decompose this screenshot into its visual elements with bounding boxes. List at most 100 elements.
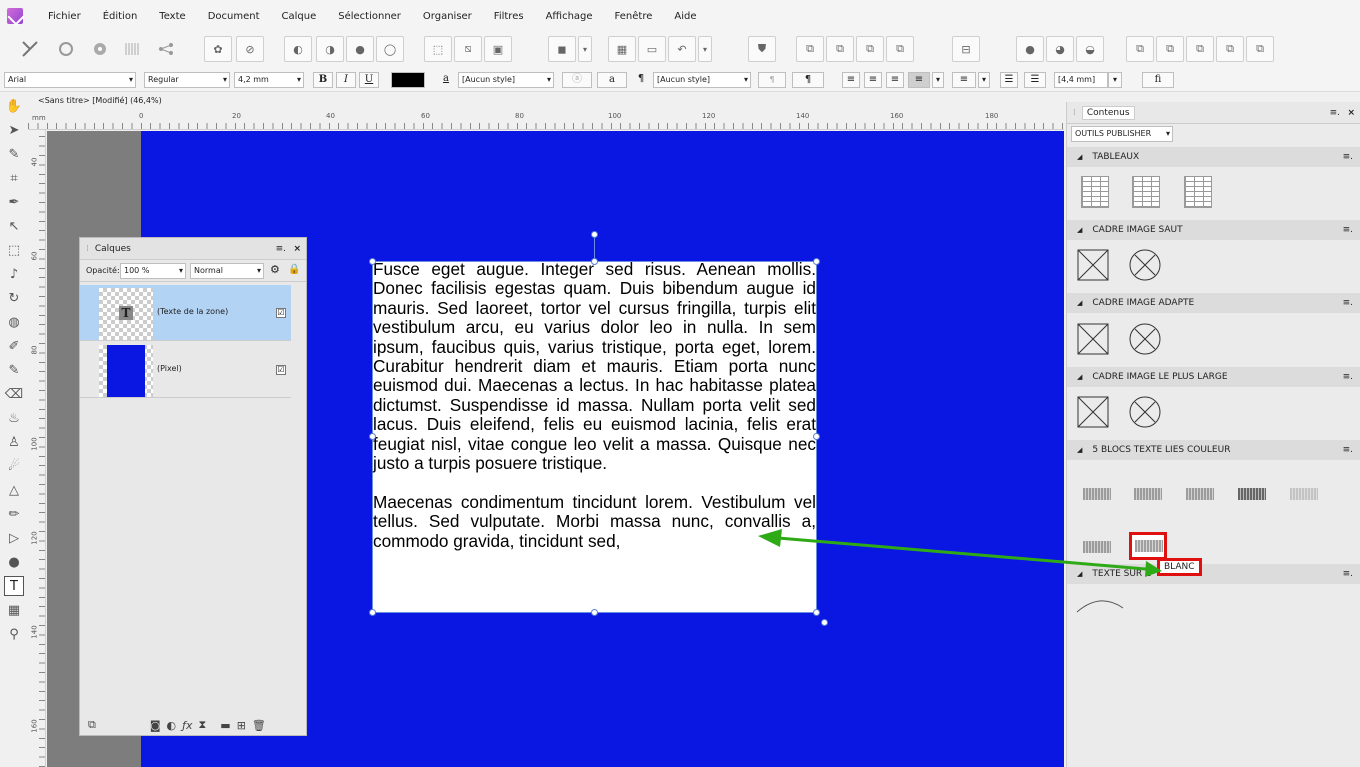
resize-handle-tl[interactable] bbox=[369, 258, 376, 265]
vertical-align-icon[interactable]: ≡ bbox=[952, 72, 976, 88]
add-layer-icon[interactable]: ⊞ bbox=[237, 719, 246, 732]
geometry-divide-icon[interactable]: ⧉ bbox=[1246, 36, 1274, 62]
layer-name[interactable]: (Pixel) bbox=[157, 364, 182, 373]
geometry-xor-icon[interactable]: ⧉ bbox=[1216, 36, 1244, 62]
trash-icon[interactable]: 🗑 bbox=[252, 719, 266, 732]
align-left-icon[interactable]: ≡ bbox=[842, 72, 860, 88]
text-block-blanc-asset-highlighted[interactable] bbox=[1129, 532, 1167, 560]
clone-tool-icon[interactable]: ♙ bbox=[4, 432, 24, 452]
resize-handle-br[interactable] bbox=[813, 609, 820, 616]
category-select[interactable]: OUTILS PUBLISHER bbox=[1071, 126, 1173, 142]
pen-tool-icon[interactable]: ✒ bbox=[4, 192, 24, 212]
geometry-subtract-icon[interactable]: ⧉ bbox=[1156, 36, 1184, 62]
layer-name[interactable]: (Texte de la zone) bbox=[157, 307, 228, 316]
triangle-tool-icon[interactable]: △ bbox=[4, 480, 24, 500]
brush-tool-icon[interactable]: ✐ bbox=[4, 336, 24, 356]
text-block-asset[interactable] bbox=[1083, 541, 1111, 553]
para-style-create-button[interactable]: ¶ bbox=[792, 72, 824, 88]
pixel-brush-icon[interactable]: ✎ bbox=[4, 360, 24, 380]
layer-row[interactable]: (Pixel) ☑ bbox=[80, 342, 291, 398]
frame-icon[interactable]: ▣ bbox=[484, 36, 512, 62]
section-texte-sur-courbe[interactable]: ◢ TEXTE SUR C ≡. bbox=[1067, 564, 1360, 584]
panel-menu-icon[interactable]: ≡. bbox=[1343, 564, 1353, 584]
folder-icon[interactable]: ▬ bbox=[220, 719, 230, 732]
hand-tool-icon[interactable]: ✋ bbox=[4, 96, 24, 116]
frame-text[interactable]: Fusce eget augue. Integer sed risus. Aen… bbox=[373, 259, 816, 570]
chevron-down-icon[interactable]: ▾ bbox=[978, 72, 990, 88]
table-asset-icon[interactable] bbox=[1081, 176, 1109, 208]
snapping-icon[interactable]: ↶ bbox=[668, 36, 696, 62]
menu-fenetre[interactable]: Fenêtre bbox=[615, 11, 653, 22]
menu-selectionner[interactable]: Sélectionner bbox=[338, 11, 401, 22]
node-tool-icon[interactable]: ✎ bbox=[4, 144, 24, 164]
text-block-asset[interactable] bbox=[1186, 488, 1214, 500]
fx-icon[interactable]: ƒx bbox=[182, 719, 192, 732]
arrange-forward-icon[interactable]: ⧉ bbox=[856, 36, 884, 62]
section-cadre-image-large[interactable]: ◢ CADRE IMAGE LE PLUS LARGE ≡. bbox=[1067, 367, 1360, 387]
layer-stack-icon[interactable]: ⧉ bbox=[88, 718, 96, 732]
panel-menu-icon[interactable]: ≡. bbox=[1343, 440, 1353, 460]
image-frame-rect-icon[interactable] bbox=[1077, 323, 1109, 355]
grid-icon[interactable]: ▦ bbox=[608, 36, 636, 62]
image-frame-rect-icon[interactable] bbox=[1077, 396, 1109, 428]
text-overflow-handle[interactable] bbox=[821, 619, 828, 626]
designer-persona-icon[interactable] bbox=[88, 36, 112, 62]
text-wrap-3-icon[interactable]: ◒ bbox=[1076, 36, 1104, 62]
ligature-button[interactable]: fi bbox=[1142, 72, 1174, 88]
menu-document[interactable]: Document bbox=[208, 11, 260, 22]
arrange-front-icon[interactable]: ⧉ bbox=[886, 36, 914, 62]
image-frame-ellipse-icon[interactable] bbox=[1129, 396, 1161, 428]
paragraph-1[interactable]: Fusce eget augue. Integer sed risus. Aen… bbox=[373, 259, 816, 473]
chevron-down-icon[interactable]: ▾ bbox=[578, 36, 592, 62]
chevron-down-icon[interactable]: ▾ bbox=[932, 72, 944, 88]
close-icon[interactable]: × bbox=[293, 244, 301, 254]
zoom-tool-icon[interactable]: ⚲ bbox=[4, 624, 24, 644]
text-wrap-icon[interactable]: ● bbox=[1016, 36, 1044, 62]
char-style-apply-button[interactable]: ⓐ bbox=[562, 72, 592, 88]
image-frame-ellipse-icon[interactable] bbox=[1129, 249, 1161, 281]
text-wrap-2-icon[interactable]: ◕ bbox=[1046, 36, 1074, 62]
grip-icon[interactable]: ⁞ bbox=[86, 244, 89, 254]
mask-icon[interactable]: ◙ bbox=[150, 719, 161, 732]
chevron-down-icon[interactable]: ▾ bbox=[1108, 72, 1122, 88]
text-block-asset[interactable] bbox=[1134, 488, 1162, 500]
rotate-handle[interactable] bbox=[591, 231, 598, 238]
arrange-backward-icon[interactable]: ⧉ bbox=[826, 36, 854, 62]
opacity-select[interactable]: 100 % bbox=[120, 263, 186, 279]
leading-input[interactable]: [4,4 mm] bbox=[1054, 72, 1108, 88]
section-cadre-image-saut[interactable]: ◢ CADRE IMAGE SAUT ≡. bbox=[1067, 220, 1360, 240]
table-tool-icon[interactable]: ▦ bbox=[4, 600, 24, 620]
text-block-asset[interactable] bbox=[1083, 488, 1111, 500]
contenus-tab[interactable]: Contenus bbox=[1081, 105, 1135, 120]
layer-row[interactable]: T (Texte de la zone) ☑ bbox=[80, 285, 291, 341]
panel-menu-icon[interactable]: ≡. bbox=[1343, 293, 1353, 313]
font-size-select[interactable]: 4,2 mm bbox=[234, 72, 304, 88]
geometry-add-icon[interactable]: ⧉ bbox=[1126, 36, 1154, 62]
image-frame-ellipse-icon[interactable] bbox=[1129, 323, 1161, 355]
document-tab[interactable]: <Sans titre> [Modifié] (46,4%) bbox=[28, 92, 1064, 110]
panel-menu-icon[interactable]: ≡. bbox=[1343, 147, 1353, 167]
image-frame-rect-icon[interactable] bbox=[1077, 249, 1109, 281]
char-style-create-button[interactable]: a bbox=[597, 72, 627, 88]
bullet-list-icon[interactable]: ☰ bbox=[1000, 72, 1018, 88]
crop-tool-icon[interactable]: ⌗ bbox=[4, 168, 24, 188]
resize-handle-l[interactable] bbox=[369, 433, 376, 440]
geometry-intersect-icon[interactable]: ⧉ bbox=[1186, 36, 1214, 62]
table-asset-icon[interactable] bbox=[1184, 176, 1212, 208]
smudge-tool-icon[interactable]: ☄ bbox=[4, 456, 24, 476]
transparency-tool-icon[interactable]: ◍ bbox=[4, 312, 24, 332]
menu-affichage[interactable]: Affichage bbox=[546, 11, 593, 22]
numbered-list-icon[interactable]: ☰ bbox=[1024, 72, 1046, 88]
flood-fill-icon[interactable]: ♨ bbox=[4, 408, 24, 428]
text-color-swatch[interactable] bbox=[391, 72, 425, 88]
char-style-select[interactable]: [Aucun style] bbox=[458, 72, 554, 88]
gear-icon[interactable]: ⚙ bbox=[270, 263, 280, 276]
section-5-blocs-texte[interactable]: ◢ 5 BLOCS TEXTE LIES COULEUR ≡. bbox=[1067, 440, 1360, 460]
align-icon[interactable]: ⊟ bbox=[952, 36, 980, 62]
align-center-icon[interactable]: ≡ bbox=[864, 72, 882, 88]
outline-circle-icon[interactable]: ◯ bbox=[376, 36, 404, 62]
resize-handle-tr[interactable] bbox=[813, 258, 820, 265]
paragraph-2[interactable]: Maecenas condimentum tincidunt lorem. Ve… bbox=[373, 492, 816, 551]
baseline-grid-icon[interactable]: ▭ bbox=[638, 36, 666, 62]
layer-visibility-checkbox[interactable]: ☑ bbox=[276, 365, 286, 375]
